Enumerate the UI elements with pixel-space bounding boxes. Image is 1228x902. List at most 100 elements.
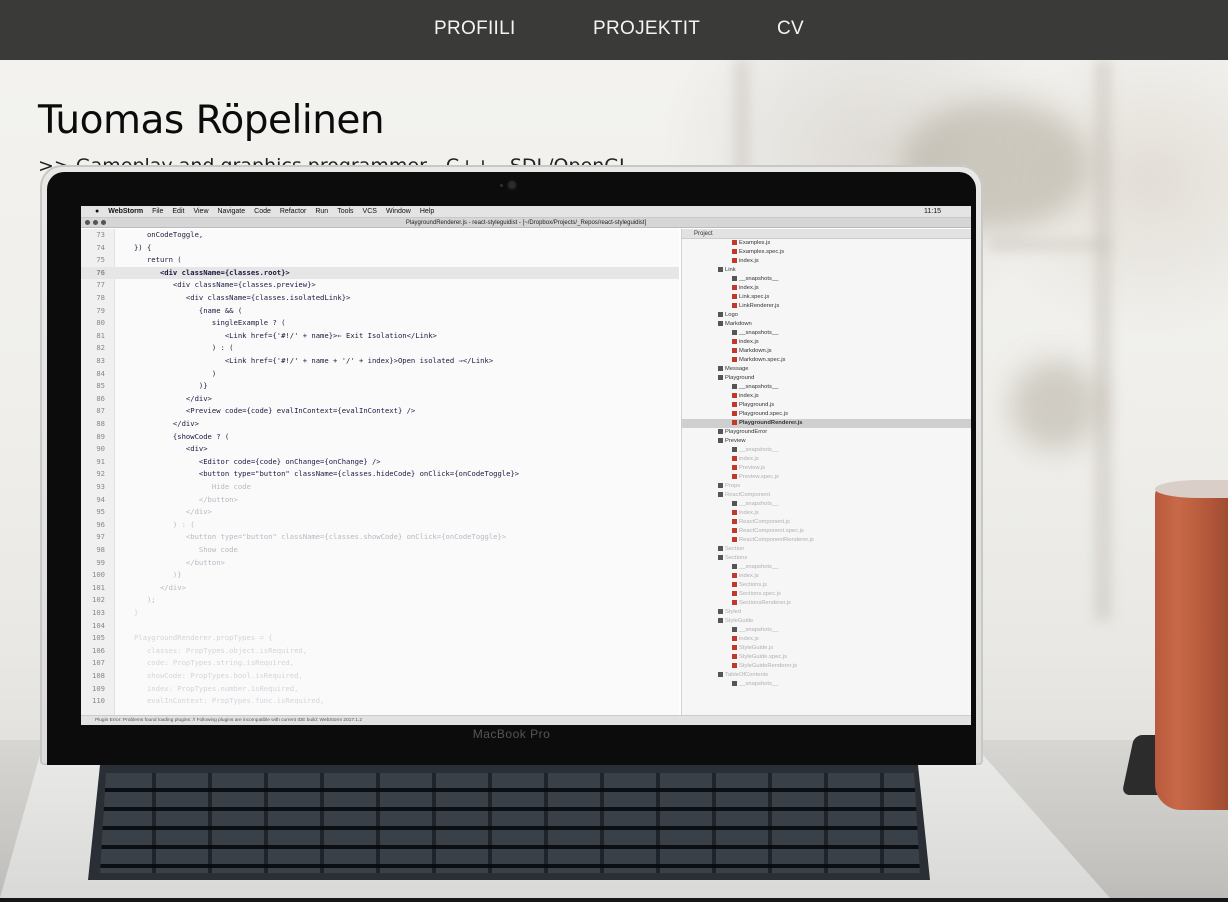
ide-menu-item: Edit — [172, 208, 185, 215]
folder-icon — [718, 671, 723, 677]
project-tree-label: index.js — [739, 285, 759, 291]
window-controls — [85, 220, 106, 225]
line-number: 102 — [92, 595, 105, 605]
code-line: 100 )} — [81, 569, 679, 582]
project-tree-label: Markdown.spec.js — [739, 357, 786, 363]
ide-menu-item: Navigate — [217, 208, 246, 215]
project-tree-label: StyleGuide.js — [739, 645, 774, 651]
project-tree-label: Sections.spec.js — [739, 591, 781, 597]
folder-icon — [718, 608, 723, 614]
code-text: index: PropTypes.number.isRequired, — [121, 683, 299, 693]
folder-icon — [718, 320, 723, 326]
project-tree-label: index.js — [739, 456, 759, 462]
project-tree-item: Sections.js — [682, 581, 971, 590]
project-tree-label: Props — [725, 483, 741, 489]
project-tree-label: Markdown.js — [739, 348, 772, 354]
line-number: 93 — [96, 482, 105, 491]
line-number: 99 — [96, 557, 105, 567]
project-tree-label: index.js — [739, 339, 759, 345]
project-tree-item: Styled — [682, 608, 971, 617]
project-tree-item: PlaygroundError — [682, 428, 971, 437]
code-line: 81 <Link href={'#!/' + name}>⇐ Exit Isol… — [81, 330, 679, 343]
project-tree-item: Message — [682, 365, 971, 374]
code-text: ) — [121, 368, 217, 378]
ide-window-title: PlaygroundRenderer.js - react-styleguidi… — [405, 220, 647, 226]
project-tree-item: index.js — [682, 455, 971, 464]
js-file-icon — [732, 599, 737, 605]
line-number: 83 — [96, 356, 105, 365]
line-number: 105 — [92, 633, 105, 643]
code-text: }) { — [121, 242, 152, 252]
code-line: 74 }) { — [81, 242, 679, 255]
line-number: 109 — [92, 683, 105, 693]
project-tree-item: StyleGuideRenderer.js — [682, 662, 971, 671]
project-tree-label: Preview.spec.js — [739, 474, 779, 480]
ide-app-name: WebStorm — [108, 208, 144, 215]
line-number: 101 — [92, 582, 105, 592]
project-tree-label: index.js — [739, 258, 759, 264]
code-text: </button> — [121, 557, 225, 567]
code-text: Hide code — [121, 482, 251, 491]
line-number: 73 — [96, 230, 105, 239]
code-line: 73 onCodeToggle, — [81, 229, 679, 242]
code-text: } — [121, 608, 139, 617]
project-tree-item: Section — [682, 545, 971, 554]
project-tree-label: StyleGuideRenderer.js — [739, 663, 797, 669]
code-line: 77 <div className={classes.preview}> — [81, 279, 679, 292]
js-file-icon — [732, 293, 737, 299]
ide-menu-item: View — [193, 208, 209, 215]
nav-link-profiili[interactable]: PROFIILI — [434, 18, 516, 40]
project-tree-item: Logo — [682, 311, 971, 320]
project-tree-item: index.js — [682, 284, 971, 293]
js-file-icon — [732, 392, 737, 398]
project-tree-label: __snapshots__ — [739, 276, 779, 282]
project-tree-item: ReactComponent — [682, 491, 971, 500]
code-line: 102 ); — [81, 594, 679, 607]
js-file-icon — [732, 644, 737, 650]
nav-link-cv[interactable]: CV — [777, 18, 804, 40]
background-shelf — [1095, 60, 1111, 620]
page-bottom-edge — [0, 898, 1228, 902]
laptop-bezel: ● WebStorm File Edit View Navigate Code … — [47, 172, 976, 765]
project-tree-item: __snapshots__ — [682, 275, 971, 284]
project-tree-label: __snapshots__ — [739, 681, 779, 687]
code-line: 83 <Link href={'#!/' + name + '/' + inde… — [81, 355, 679, 368]
js-file-icon — [732, 401, 737, 407]
project-tree-item: __snapshots__ — [682, 680, 971, 689]
code-text: <div className={classes.isolatedLink}> — [121, 293, 351, 302]
line-number: 107 — [92, 658, 105, 668]
project-tree-item: Markdown.spec.js — [682, 356, 971, 365]
background-shelf — [990, 240, 1110, 250]
code-text: <button type="button" className={classes… — [121, 469, 520, 479]
project-tree-label: __snapshots__ — [739, 501, 779, 507]
project-tree-label: SectionsRenderer.js — [739, 600, 791, 606]
js-file-icon — [732, 464, 737, 470]
nav-link-projektit[interactable]: PROJEKTIT — [593, 18, 700, 40]
project-tree-item: Link.spec.js — [682, 293, 971, 302]
ide-menu-item: Refactor — [279, 208, 307, 215]
project-tree-label: Playground.spec.js — [739, 411, 788, 417]
folder-icon — [732, 275, 737, 281]
project-tree-item: Markdown — [682, 320, 971, 329]
line-number: 92 — [96, 469, 105, 479]
project-tree-label: ReactComponent.spec.js — [739, 528, 804, 534]
folder-icon — [718, 482, 723, 488]
project-tree-label: __snapshots__ — [739, 447, 779, 453]
code-text: )} — [121, 381, 208, 391]
code-line: 89 {showCode ? ( — [81, 431, 679, 444]
project-tree-item: __snapshots__ — [682, 563, 971, 572]
folder-icon — [718, 374, 723, 380]
line-number: 103 — [92, 608, 105, 617]
line-number: 91 — [96, 456, 105, 466]
project-tree-item: Examples.spec.js — [682, 248, 971, 257]
js-file-icon — [732, 581, 737, 587]
laptop-screen: ● WebStorm File Edit View Navigate Code … — [81, 206, 971, 725]
js-file-icon — [732, 419, 737, 425]
js-file-icon — [732, 662, 737, 668]
coffee-mug — [1155, 485, 1228, 810]
folder-icon — [732, 563, 737, 569]
code-text: PlaygroundRenderer.propTypes = { — [121, 633, 273, 643]
top-nav: PROFIILI PROJEKTIT CV — [0, 0, 1228, 60]
camera-icon — [508, 181, 516, 189]
project-tree-item: index.js — [682, 509, 971, 518]
